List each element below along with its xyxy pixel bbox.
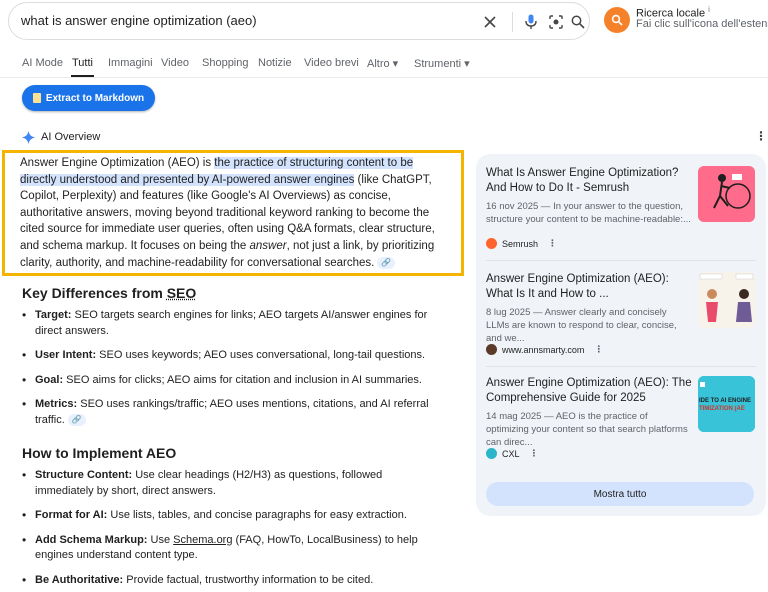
extract-to-markdown-button[interactable]: Extract to Markdown — [22, 85, 155, 111]
list-item: Add Schema Markup: Use Schema.org (FAQ, … — [22, 533, 442, 564]
document-icon — [32, 93, 41, 103]
show-all-button[interactable]: Mostra tutto — [486, 482, 754, 506]
search-icon[interactable] — [567, 11, 589, 33]
annsmarty-favicon-icon — [486, 344, 497, 355]
more-options-icon[interactable]: ⋮ — [594, 344, 603, 355]
mic-icon[interactable] — [520, 11, 542, 33]
tab-ai-mode[interactable]: AI Mode — [22, 57, 63, 69]
list-item: Format for AI: Use lists, tables, and co… — [22, 508, 442, 524]
extract-button-label: Extract to Markdown — [45, 92, 145, 104]
local-search-extension[interactable]: Ricerca locale i Fai clic sull'icona del… — [604, 5, 768, 35]
source-thumbnail[interactable]: IDE TO AI ENGINE TIMIZATION (AE — [698, 376, 755, 432]
source-snippet: 14 mag 2025 — AEO is the practice of opt… — [486, 411, 688, 448]
source-title[interactable]: Answer Engine Optimization (AEO): What I… — [486, 272, 692, 302]
local-search-badge-icon[interactable] — [604, 7, 630, 33]
tab-shopping[interactable]: Shopping — [202, 57, 249, 69]
list-item: Target: SEO targets search engines for l… — [22, 308, 442, 339]
source-title[interactable]: What Is Answer Engine Optimization? And … — [486, 166, 692, 196]
close-icon[interactable] — [479, 11, 501, 33]
ai-overview-label: AI Overview — [41, 131, 101, 143]
source-site: Semrush ⋮ — [486, 238, 557, 249]
schema-org-link[interactable]: Schema.org — [173, 534, 232, 546]
search-divider — [512, 12, 513, 32]
more-options-icon[interactable]: ⋮ — [755, 129, 767, 143]
ai-overview-text: Answer Engine Optimization (AEO) is the … — [20, 157, 435, 269]
tab-all[interactable]: Tutti — [72, 57, 93, 69]
source-site: CXL ⋮ — [486, 448, 539, 459]
svg-text:TIMIZATION (AE: TIMIZATION (AE — [699, 406, 745, 412]
active-tab-indicator — [71, 75, 94, 77]
sources-panel: What Is Answer Engine Optimization? And … — [476, 154, 766, 516]
search-tabs: AI Mode Tutti Immagini Video Shopping No… — [0, 54, 768, 78]
tab-short-videos[interactable]: Video brevi — [304, 57, 359, 69]
list-item: Goal: SEO aims for clicks; AEO aims for … — [22, 373, 442, 389]
source-card-cxl[interactable]: Answer Engine Optimization (AEO): The Co… — [486, 376, 755, 466]
sparkle-icon — [22, 130, 35, 144]
more-options-icon[interactable]: ⋮ — [548, 238, 557, 249]
list-item: Structure Content: Use clear headings (H… — [22, 468, 442, 499]
svg-text:IDE TO AI ENGINE: IDE TO AI ENGINE — [699, 398, 751, 404]
source-card-semrush[interactable]: What Is Answer Engine Optimization? And … — [486, 166, 755, 256]
source-snippet: 16 nov 2025 — In your answer to the ques… — [486, 201, 691, 225]
tab-more[interactable]: Altro ▾ — [367, 57, 398, 70]
source-title[interactable]: Answer Engine Optimization (AEO): The Co… — [486, 376, 692, 406]
how-to-implement-list: Structure Content: Use clear headings (H… — [22, 468, 442, 592]
tab-tools[interactable]: Strumenti ▾ — [414, 57, 470, 70]
cxl-favicon-icon — [486, 448, 497, 459]
seo-link[interactable]: SEO — [167, 285, 197, 301]
source-thumbnail[interactable] — [698, 166, 755, 222]
key-differences-list: Target: SEO targets search engines for l… — [22, 308, 442, 437]
card-divider — [486, 260, 756, 261]
lens-icon[interactable] — [545, 11, 567, 33]
search-input[interactable]: what is answer engine optimization (aeo) — [21, 13, 257, 28]
semrush-favicon-icon — [486, 238, 497, 249]
tab-images[interactable]: Immagini — [108, 57, 153, 69]
ai-overview-header: AI Overview — [22, 130, 100, 144]
local-search-subtitle: Fai clic sull'icona dell'estensione p — [636, 18, 768, 30]
list-item: Metrics: SEO uses rankings/traffic; AEO … — [22, 397, 442, 428]
section-heading-key-differences: Key Differences from SEO — [22, 285, 197, 301]
source-card-annsmarty[interactable]: Answer Engine Optimization (AEO): What I… — [486, 272, 755, 362]
info-icon: i — [708, 5, 710, 14]
tab-news[interactable]: Notizie — [258, 57, 292, 69]
list-item: User Intent: SEO uses keywords; AEO uses… — [22, 348, 442, 364]
section-heading-how-to-implement: How to Implement AEO — [22, 445, 177, 461]
source-thumbnail[interactable] — [698, 272, 755, 328]
more-options-icon[interactable]: ⋮ — [530, 448, 539, 459]
source-site: www.annsmarty.com ⋮ — [486, 344, 603, 355]
search-box[interactable]: what is answer engine optimization (aeo) — [8, 2, 590, 40]
list-item: Be Authoritative: Provide factual, trust… — [22, 573, 442, 589]
source-snippet: 8 lug 2025 — Answer clearly and concisel… — [486, 307, 677, 344]
card-divider — [486, 366, 756, 367]
link-icon[interactable]: 🔗 — [67, 413, 86, 426]
link-icon[interactable]: 🔗 — [377, 256, 396, 269]
tab-video[interactable]: Video — [161, 57, 189, 69]
